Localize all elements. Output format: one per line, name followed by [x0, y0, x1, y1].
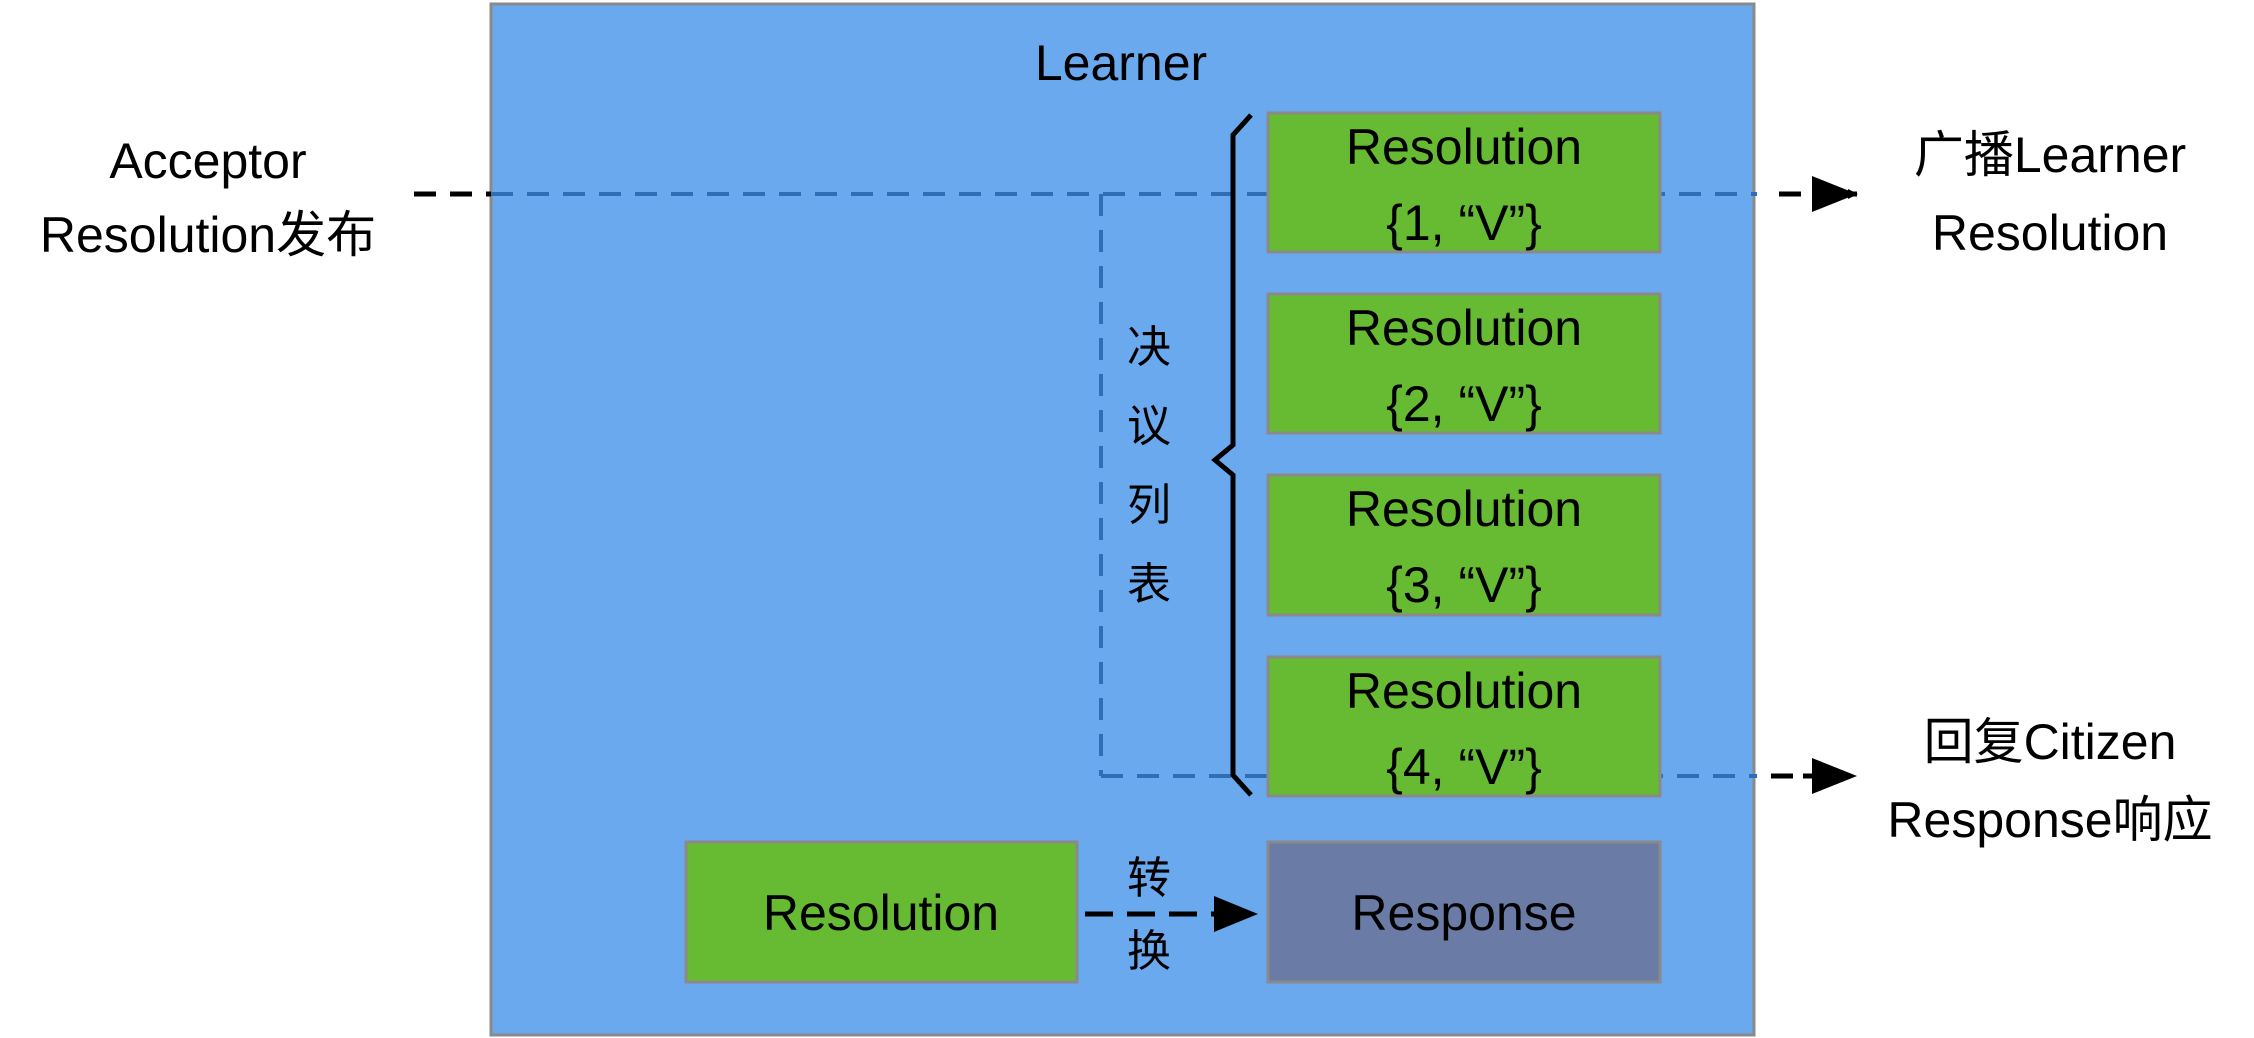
- list-label-char: 列: [1127, 480, 1171, 531]
- resolution-item-value: {4, “V”}: [1386, 739, 1542, 795]
- resolution-item-title: Resolution: [1346, 119, 1582, 175]
- resolution-item-value: {2, “V”}: [1386, 376, 1542, 432]
- conversion-target-box: Response: [1266, 840, 1662, 984]
- broadcast-label-line1: 广播Learner: [1914, 127, 2186, 183]
- conversion-label-char: 转: [1127, 853, 1171, 904]
- conversion-source-label: Resolution: [763, 885, 999, 941]
- input-label-line1: Acceptor: [109, 133, 306, 189]
- learner-diagram: Learner 决 议 列 表 Resolution {1, “V”} Reso…: [40, 2, 2213, 1037]
- resolution-item-2: Resolution {2, “V”}: [1266, 292, 1662, 435]
- resolution-item-title: Resolution: [1346, 300, 1582, 356]
- broadcast-label-line2: Resolution: [1932, 205, 2168, 261]
- conversion-source-box: Resolution: [684, 840, 1079, 984]
- list-label-char: 决: [1127, 322, 1171, 373]
- response-label-line2: Response响应: [1887, 792, 2212, 848]
- resolution-item-3: Resolution {3, “V”}: [1266, 473, 1662, 617]
- resolution-item-title: Resolution: [1346, 663, 1582, 719]
- conversion-target-label: Response: [1351, 885, 1576, 941]
- response-arrowhead-icon: [1812, 758, 1857, 794]
- list-label-char: 议: [1127, 401, 1171, 452]
- input-label-line2: Resolution发布: [40, 207, 376, 263]
- response-label-line1: 回复Citizen: [1924, 714, 2177, 770]
- resolution-item-value: {1, “V”}: [1386, 195, 1542, 251]
- resolution-item-1: Resolution {1, “V”}: [1266, 111, 1662, 254]
- resolution-item-4: Resolution {4, “V”}: [1266, 655, 1662, 798]
- learner-title: Learner: [1035, 35, 1207, 91]
- broadcast-arrowhead-icon: [1812, 176, 1857, 212]
- list-label-char: 表: [1127, 559, 1171, 610]
- conversion-label-char: 换: [1127, 926, 1171, 977]
- resolution-item-title: Resolution: [1346, 481, 1582, 537]
- resolution-item-value: {3, “V”}: [1386, 557, 1542, 613]
